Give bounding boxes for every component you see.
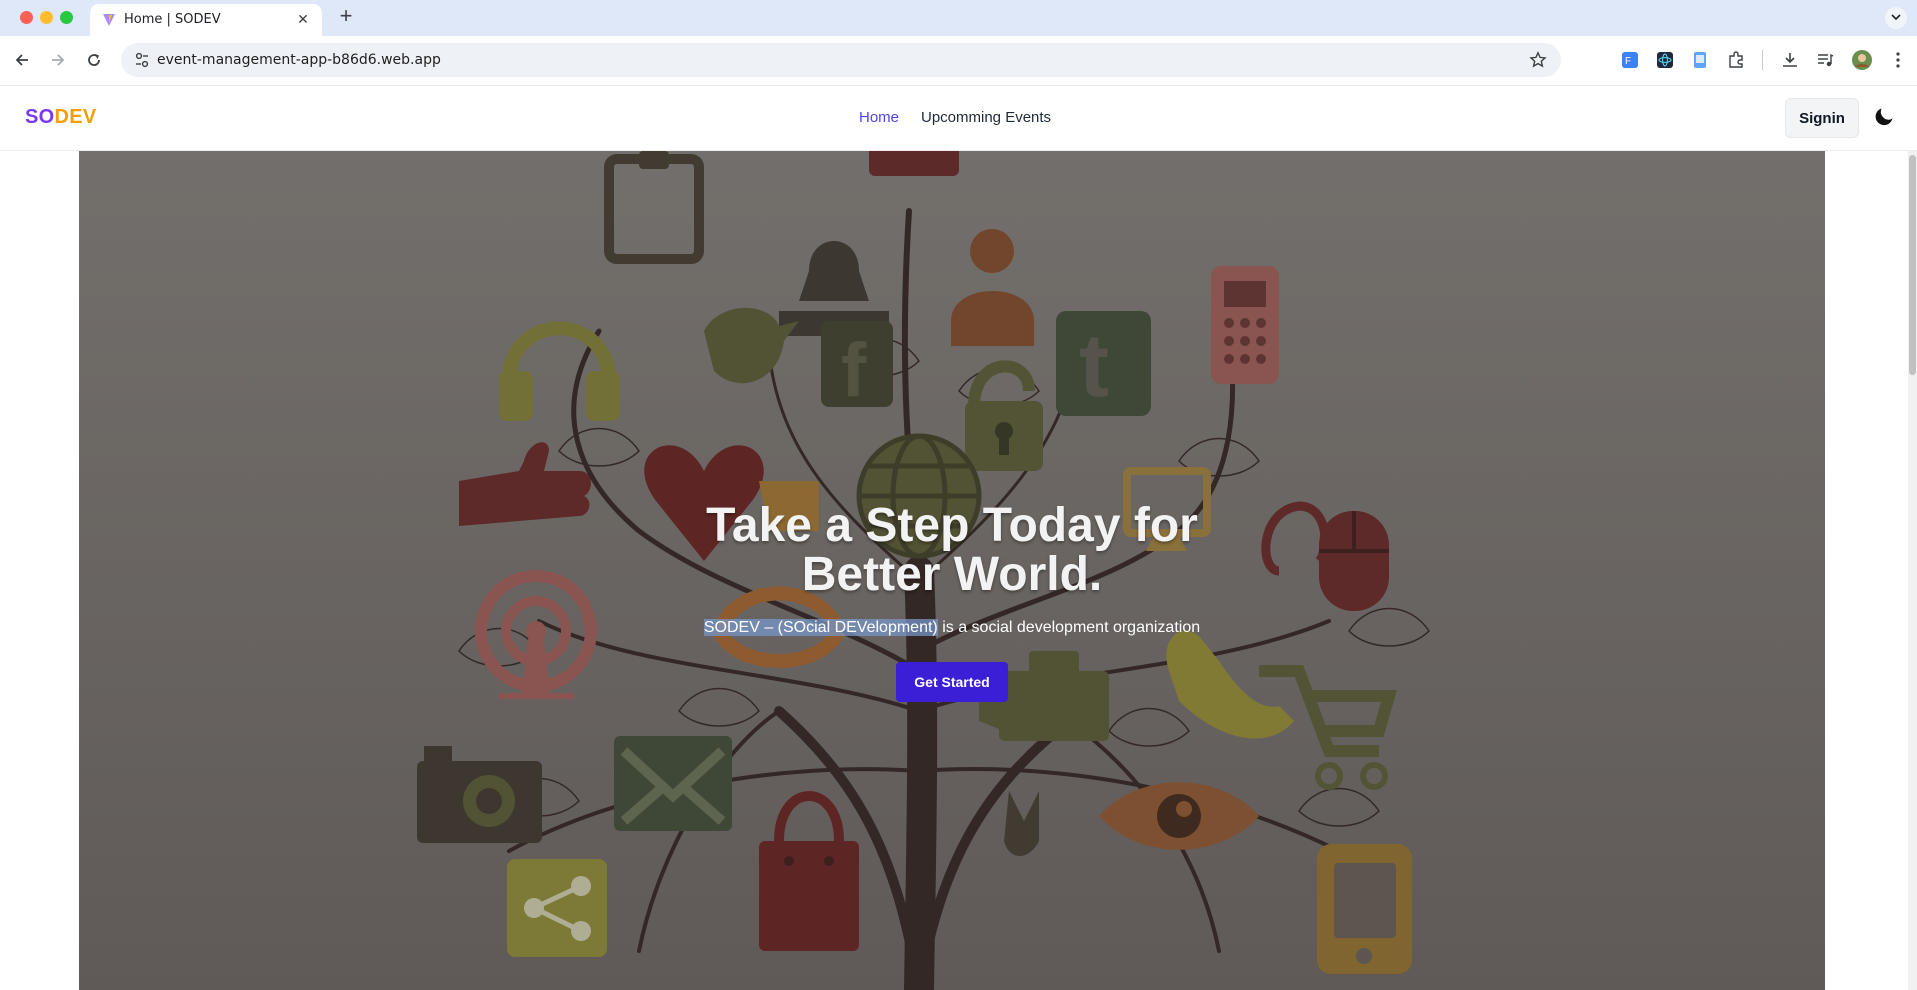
get-started-button[interactable]: Get Started — [896, 662, 1008, 702]
extensions-puzzle-icon[interactable] — [1727, 51, 1745, 69]
forward-icon[interactable] — [46, 48, 70, 72]
window-minimize-button[interactable] — [40, 11, 53, 24]
window-maximize-button[interactable] — [60, 11, 73, 24]
site-logo[interactable]: SODEV — [25, 106, 97, 129]
back-icon[interactable] — [10, 48, 34, 72]
toolbar-divider — [1762, 50, 1763, 70]
moon-icon[interactable] — [1873, 104, 1897, 128]
media-control-icon[interactable] — [1816, 51, 1834, 69]
tab-close-icon[interactable]: ✕ — [294, 10, 312, 28]
browser-tab-active[interactable]: Home | SODEV ✕ — [90, 4, 322, 36]
url-text: event-management-app-b86d6.web.app — [157, 52, 441, 68]
logo-part-dev: DEV — [54, 106, 97, 128]
hero-subtitle-text: is a social development organization — [937, 619, 1201, 636]
browser-toolbar: event-management-app-b86d6.web.app F — [0, 36, 1917, 86]
nav-link-home[interactable]: Home — [859, 109, 899, 126]
page-scrollbar-thumb[interactable] — [1909, 155, 1916, 375]
hero-subtitle-highlighted: SODEV – (SOcial DEVelopment) — [703, 619, 938, 636]
reload-icon[interactable] — [82, 48, 106, 72]
svg-text:F: F — [1625, 56, 1631, 67]
signin-button[interactable]: Signin — [1785, 98, 1859, 138]
profile-avatar[interactable] — [1852, 50, 1872, 70]
download-icon[interactable] — [1781, 51, 1799, 69]
tab-title: Home | SODEV — [124, 12, 221, 27]
hero-subtitle: SODEV – (SOcial DEVelopment) is a social… — [552, 619, 1352, 637]
hero-title: Take a Step Today for Better World. — [552, 501, 1352, 599]
site-header: SODEV Home Upcomming Events Signin — [0, 86, 1917, 151]
nav-link-upcoming-events[interactable]: Upcomming Events — [921, 109, 1051, 126]
browser-tab-bar: Home | SODEV ✕ + — [0, 0, 1917, 36]
tab-search-chevron-icon[interactable] — [1885, 7, 1907, 29]
kebab-menu-icon[interactable] — [1889, 51, 1907, 69]
vite-favicon-icon — [103, 14, 115, 26]
hero-content: Take a Step Today for Better World. SODE… — [79, 151, 1825, 990]
hero-title-line-1: Take a Step Today for — [706, 499, 1198, 552]
window-close-button[interactable] — [20, 11, 33, 24]
site-info-icon[interactable] — [135, 52, 149, 68]
hero-title-line-2: Better World. — [801, 548, 1103, 601]
hero-banner: t f Take a Step Today for Better World. … — [79, 151, 1825, 990]
new-tab-button[interactable]: + — [335, 5, 357, 28]
bookmark-star-icon[interactable] — [1529, 51, 1547, 69]
react-devtools-icon[interactable] — [1656, 51, 1674, 69]
address-bar[interactable]: event-management-app-b86d6.web.app — [121, 43, 1561, 77]
logo-part-so: SO — [25, 106, 55, 128]
extension-1-icon[interactable]: F — [1621, 51, 1639, 69]
extension-3-icon[interactable] — [1691, 51, 1709, 69]
